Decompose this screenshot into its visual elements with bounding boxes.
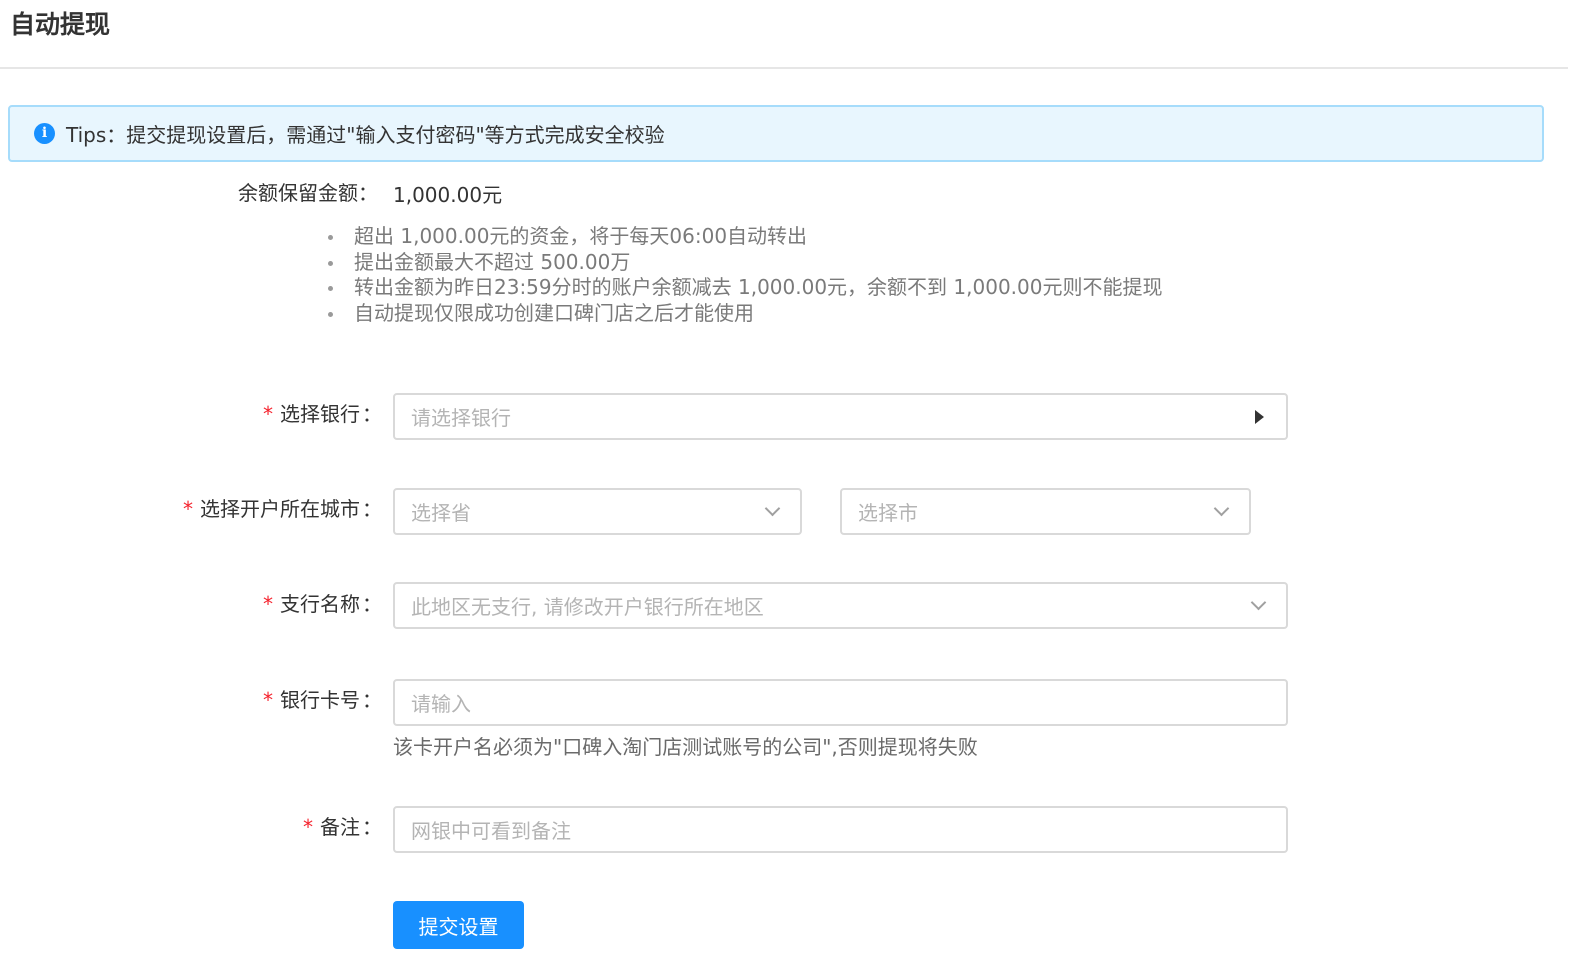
bank-label: * 选择银行： [261,402,382,426]
chevron-down-icon [1213,500,1230,517]
required-mark: * [261,688,274,712]
branch-label: * 支行名称： [261,592,382,616]
remark-input[interactable]: 网银中可看到备注 [393,806,1288,853]
required-mark: * [181,497,194,521]
balance-value: 1,000.00元 [393,183,503,207]
balance-label: 余额保留金额： [238,181,378,205]
branch-select-placeholder: 此地区无支行, 请修改开户银行所在地区 [411,595,764,619]
chevron-down-icon [764,500,781,517]
card-number-help: 该卡开户名必须为"口碑入淘门店测试账号的公司",否则提现将失败 [393,735,978,759]
city-label: * 选择开户所在城市： [181,497,382,521]
list-item: 转出金额为昨日23:59分时的账户余额减去 1,000.00元，余额不到 1,0… [328,275,1162,301]
list-item: 超出 1,000.00元的资金，将于每天06:00自动转出 [328,224,1162,250]
card-number-input[interactable]: 请输入 [393,679,1288,726]
bank-select-placeholder: 请选择银行 [411,406,511,430]
required-mark: * [261,402,274,426]
caret-right-icon [1255,409,1264,424]
branch-select[interactable]: 此地区无支行, 请修改开户银行所在地区 [393,582,1288,629]
remark-placeholder: 网银中可看到备注 [411,819,571,843]
balance-row: 余额保留金额： 1,000.00元 [0,178,1568,208]
card-number-placeholder: 请输入 [411,692,471,716]
city-select-placeholder: 选择市 [858,501,918,525]
list-item: 自动提现仅限成功创建口碑门店之后才能使用 [328,301,1162,327]
page-title: 自动提现 [10,10,111,39]
tips-text: Tips：提交提现设置后，需通过"输入支付密码"等方式完成安全校验 [66,123,665,147]
province-select-placeholder: 选择省 [411,501,471,525]
withdraw-notes: 超出 1,000.00元的资金，将于每天06:00自动转出 提出金额最大不超过 … [328,224,1162,326]
auto-withdraw-page: 自动提现 i Tips：提交提现设置后，需通过"输入支付密码"等方式完成安全校验… [0,0,1580,962]
card-number-label: * 银行卡号： [261,688,382,712]
list-item: 提出金额最大不超过 500.00万 [328,250,1162,276]
chevron-down-icon [1250,594,1267,611]
remark-label: * 备注： [301,815,382,839]
bank-select[interactable]: 请选择银行 [393,393,1288,440]
submit-settings-button[interactable]: 提交设置 [393,901,524,949]
info-icon: i [34,123,55,144]
title-divider [0,67,1568,69]
province-select[interactable]: 选择省 [393,488,802,535]
required-mark: * [301,815,314,839]
tips-banner: i Tips：提交提现设置后，需通过"输入支付密码"等方式完成安全校验 [8,105,1544,162]
city-select[interactable]: 选择市 [840,488,1251,535]
required-mark: * [261,592,274,616]
